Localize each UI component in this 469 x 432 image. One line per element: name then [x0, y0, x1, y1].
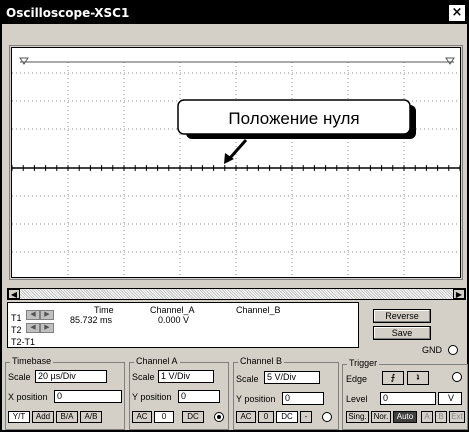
- channel-b-ypos-field[interactable]: 0: [282, 392, 324, 405]
- cursor-readout: T1 T2 T2-T1 ◀ ▶ ◀ ▶ Time Channel_A Chann…: [7, 302, 359, 348]
- channel-b-title: Channel B: [238, 356, 285, 366]
- mode-add-button[interactable]: Add: [32, 411, 54, 423]
- channel-a-header: Channel_A: [150, 305, 195, 315]
- trigger-auto-button[interactable]: Auto: [393, 411, 417, 423]
- cursor-t2-marker[interactable]: [445, 57, 455, 65]
- level-unit-field[interactable]: V: [438, 392, 462, 405]
- close-button[interactable]: ×: [449, 5, 465, 21]
- t1-label: T1: [11, 313, 22, 323]
- callout-text: Положение нуля: [228, 109, 359, 128]
- channel-b-header: Channel_B: [236, 305, 281, 315]
- zero-callout: Положение нуля: [177, 99, 416, 164]
- reverse-button[interactable]: Reverse: [373, 309, 431, 323]
- time-header: Time: [94, 305, 114, 315]
- screen-grid: Положение нуля: [11, 57, 461, 277]
- save-button[interactable]: Save: [373, 326, 431, 340]
- channel-b-ypos-label: Y position: [236, 394, 276, 404]
- trigger-title: Trigger: [347, 358, 380, 368]
- channel-b-ac-button[interactable]: AC: [236, 411, 256, 423]
- trigger-single-button[interactable]: Sing.: [346, 411, 369, 423]
- mode-ba-button[interactable]: B/A: [56, 411, 78, 423]
- channel-b-dc-button[interactable]: DC: [276, 411, 298, 423]
- channel-a-terminal[interactable]: [214, 412, 224, 422]
- scroll-left-icon[interactable]: ◀: [8, 289, 20, 299]
- scroll-track[interactable]: [20, 289, 453, 299]
- scroll-right-icon[interactable]: ▶: [453, 289, 465, 299]
- rising-edge-button[interactable]: ⨍: [382, 371, 404, 385]
- falling-edge-button[interactable]: ʇ: [407, 371, 429, 385]
- ext-trigger-terminal[interactable]: [452, 372, 462, 382]
- gnd-terminal[interactable]: [448, 345, 458, 355]
- level-label: Level: [346, 394, 368, 404]
- trigger-source-ext-button[interactable]: Ext: [449, 411, 465, 423]
- trigger-source-a-button[interactable]: A: [421, 411, 433, 423]
- time-value: 85.732 ms: [70, 315, 113, 325]
- mode-ab-button[interactable]: A/B: [80, 411, 102, 423]
- channel-a-ac-button[interactable]: AC: [132, 411, 152, 423]
- gnd-label: GND: [422, 345, 442, 355]
- channel-a-zero-button[interactable]: 0: [154, 411, 174, 423]
- t1-left-button[interactable]: ◀: [26, 310, 40, 320]
- channel-b-zero-button[interactable]: 0: [258, 411, 274, 423]
- timebase-title: Timebase: [10, 356, 54, 366]
- title-bar[interactable]: Oscilloscope-XSC1 ×: [2, 2, 467, 24]
- channel-a-ypos-field[interactable]: 0: [178, 390, 220, 403]
- channel-b-minus-button[interactable]: -: [300, 411, 312, 423]
- channel-a-dc-button[interactable]: DC: [182, 411, 204, 423]
- channel-a-value: 0.000 V: [158, 315, 190, 325]
- window-title: Oscilloscope-XSC1: [6, 6, 130, 20]
- timebase-scale-field[interactable]: 20 µs/Div: [35, 370, 107, 383]
- t1-right-button[interactable]: ▶: [40, 310, 54, 320]
- oscilloscope-window: Oscilloscope-XSC1 × Положение нуля ◀ ▶ T…: [0, 0, 469, 432]
- edge-label: Edge: [346, 374, 368, 384]
- mode-yt-button[interactable]: Y/T: [8, 411, 30, 423]
- channel-a-title: Channel A: [134, 356, 180, 366]
- x-position-label: X position: [8, 392, 48, 402]
- t2-right-button[interactable]: ▶: [40, 323, 54, 333]
- oscilloscope-screen: Положение нуля: [11, 47, 461, 278]
- channel-b-scale-label: Scale: [236, 374, 259, 384]
- t2-t1-label: T2-T1: [11, 337, 36, 347]
- horizontal-scrollbar[interactable]: ◀ ▶: [7, 288, 466, 300]
- x-position-field[interactable]: 0: [54, 390, 122, 403]
- channel-b-scale-field[interactable]: 5 V/Div: [264, 371, 320, 384]
- channel-b-terminal[interactable]: [322, 412, 332, 422]
- t2-left-button[interactable]: ◀: [26, 323, 40, 333]
- channel-a-ypos-label: Y position: [132, 392, 172, 402]
- timebase-scale-label: Scale: [8, 372, 31, 382]
- trigger-source-b-button[interactable]: B: [435, 411, 447, 423]
- level-field[interactable]: 0: [380, 392, 436, 405]
- cursor-t1-marker[interactable]: [19, 57, 29, 65]
- channel-a-scale-field[interactable]: 1 V/Div: [158, 370, 214, 383]
- channel-a-scale-label: Scale: [132, 372, 155, 382]
- t2-label: T2: [11, 325, 22, 335]
- trigger-normal-button[interactable]: Nor.: [371, 411, 391, 423]
